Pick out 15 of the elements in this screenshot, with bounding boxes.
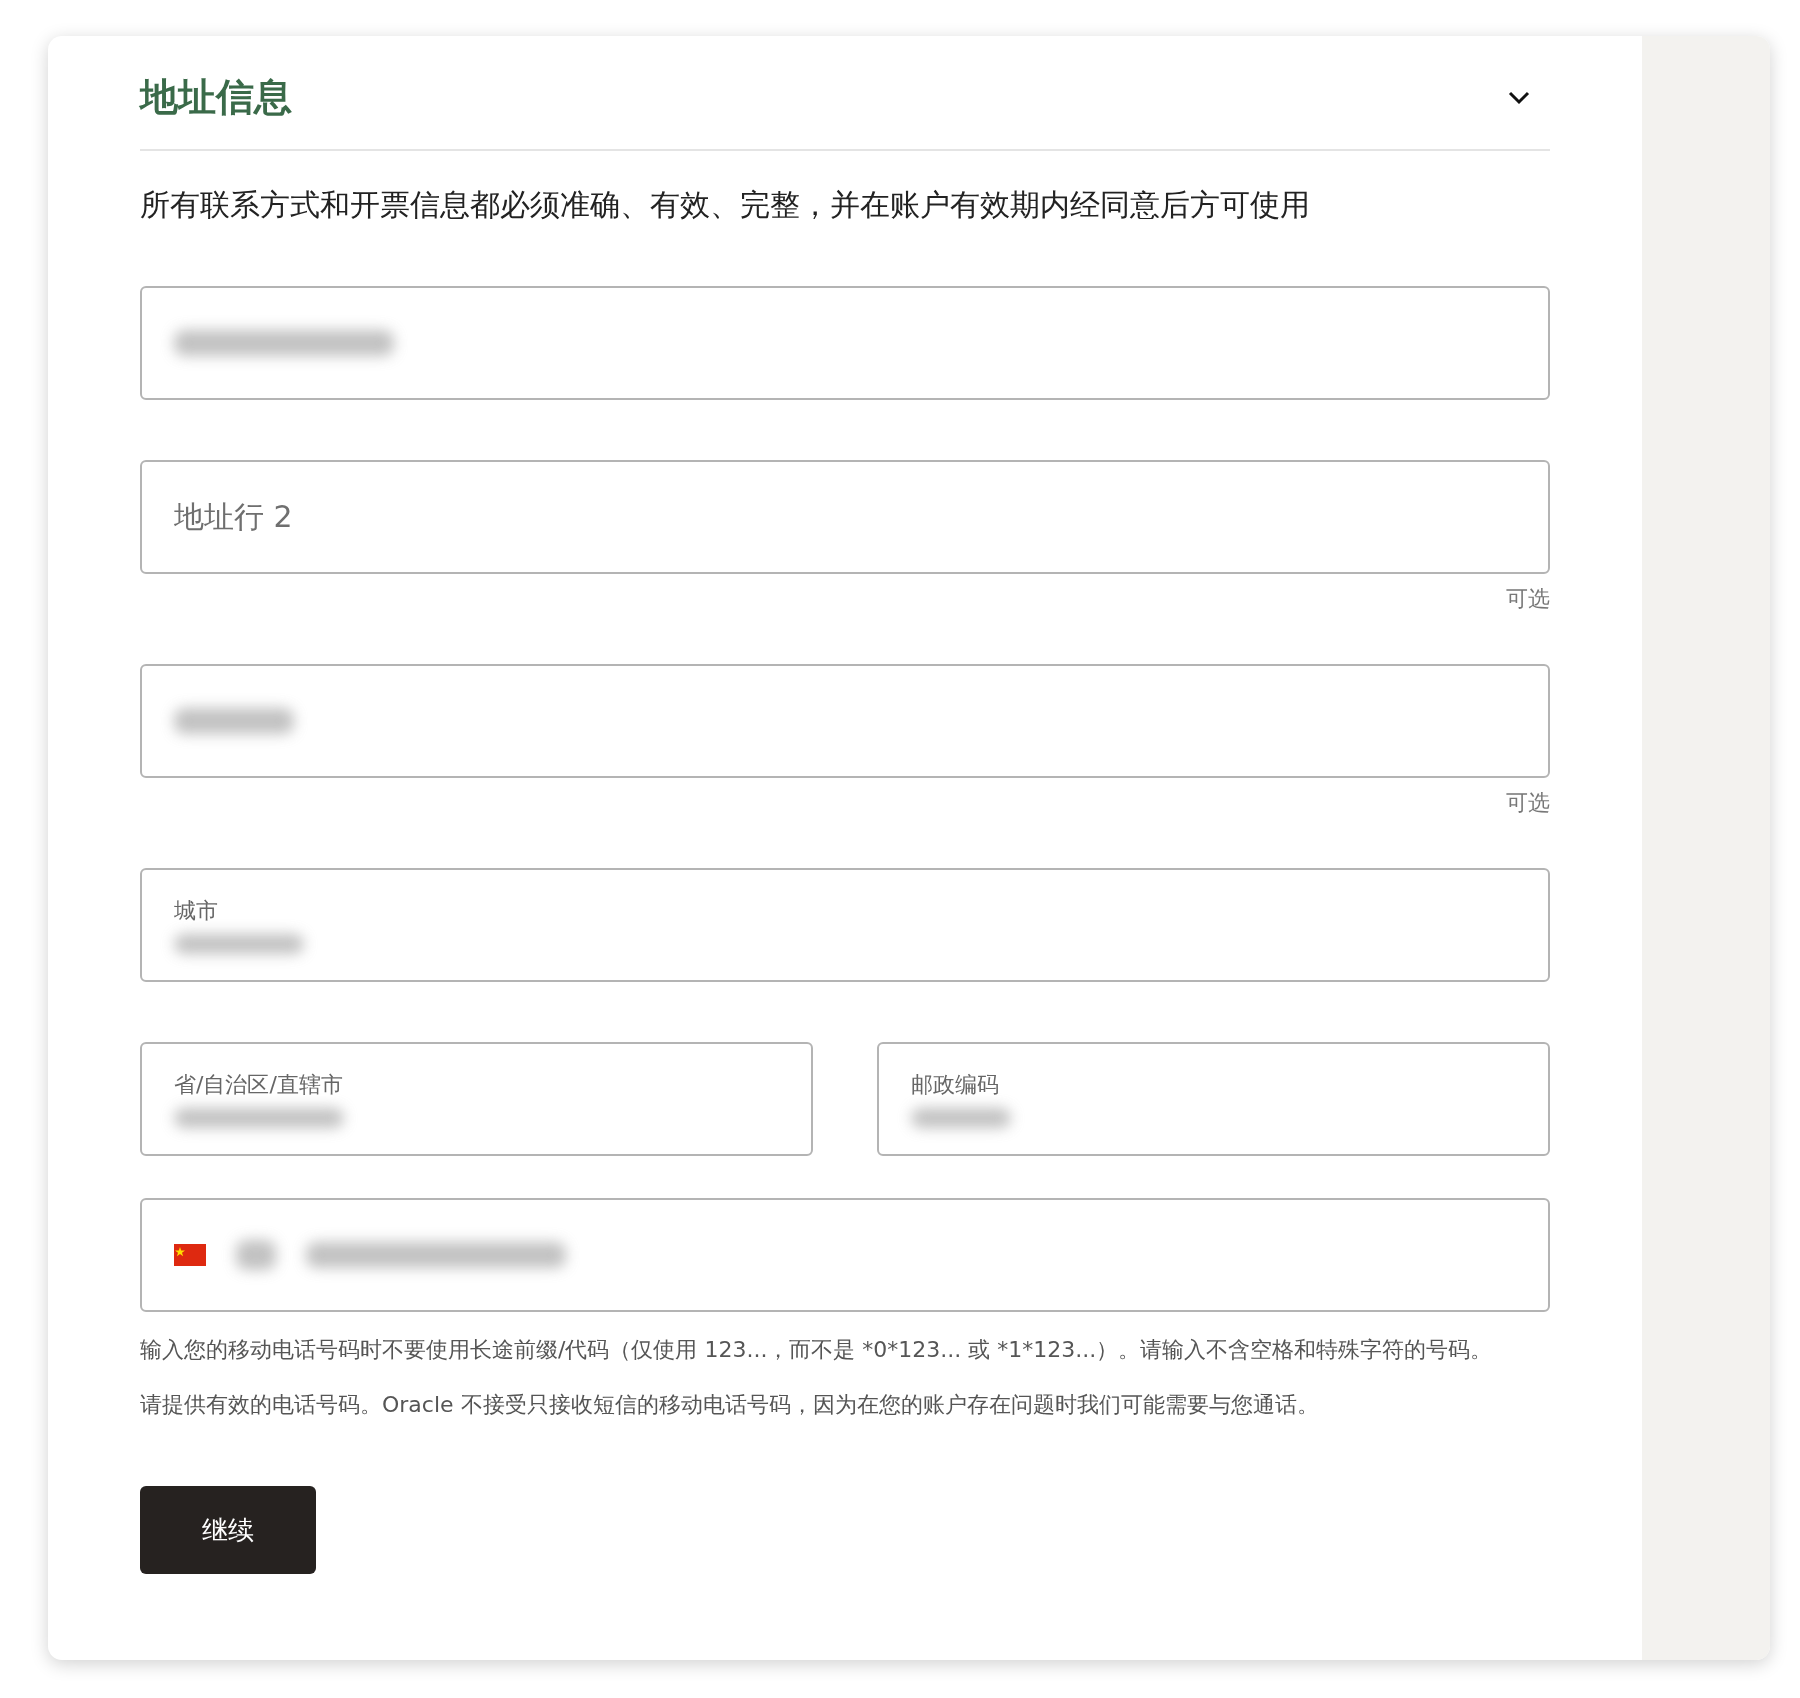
help-text: 请提供有效的电话号码。Oracle 不接受只接收短信的移动电话号码，因为在您的账户存在问题时我们可能需要与您通话。: [140, 1391, 1320, 1420]
input-field[interactable]: 邮政编码: [877, 1042, 1550, 1156]
help-text: 输入您的移动电话号码时不要使用长途前缀/代码（仅使用 123...，而不是 *0*123... 或 *1*123...）。请输入不含空格和特殊字符的号码。: [140, 1336, 1494, 1364]
input-field[interactable]: 省/自治区/直辖市: [140, 1042, 813, 1156]
optional-hint: 可选: [1506, 789, 1550, 817]
field-label: 省/自治区/直辖市: [174, 1071, 344, 1099]
continue-button[interactable]: 继续: [140, 1486, 316, 1575]
notice-text: 所有联系方式和开票信息都必须准确、有效、完整，并在账户有效期内经同意后方可使用: [140, 186, 1311, 224]
input-field[interactable]: 地址行 2: [140, 460, 1550, 574]
section-title: 地址信息: [140, 74, 292, 121]
optional-hint: 可选: [1506, 585, 1550, 613]
field-label: 城市: [174, 897, 219, 925]
field-placeholder: 地址行 2: [174, 497, 294, 536]
field-label: 邮政编码: [911, 1071, 1000, 1099]
input-field[interactable]: 城市: [140, 868, 1550, 982]
